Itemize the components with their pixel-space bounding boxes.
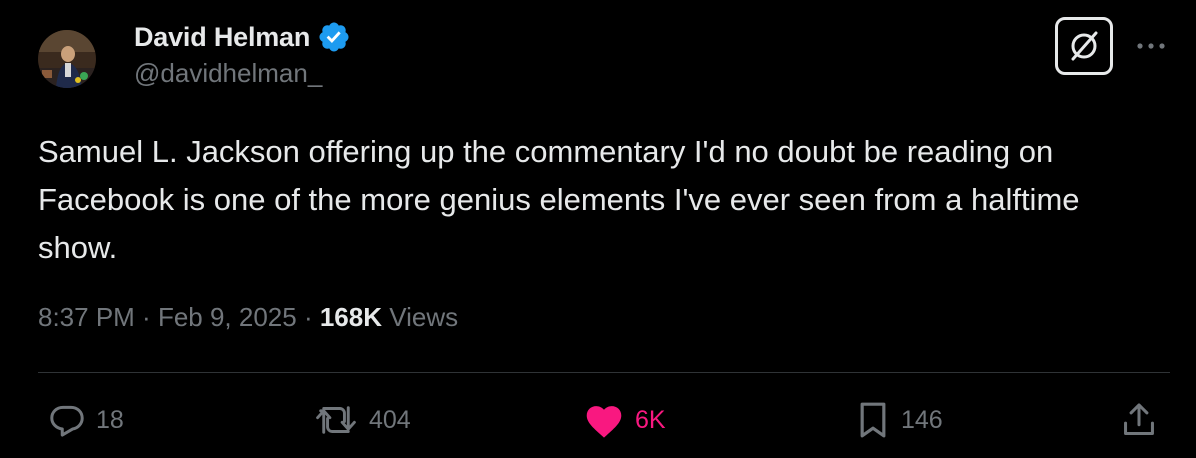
reply-count: 18 bbox=[96, 405, 124, 434]
reply-button[interactable]: 18 bbox=[48, 400, 124, 440]
author-display-name[interactable]: David Helman bbox=[134, 22, 310, 53]
share-icon bbox=[1124, 403, 1154, 435]
tweet-meta: 8:37 PM · Feb 9, 2025 · 168K Views bbox=[38, 302, 458, 333]
more-icon bbox=[1137, 43, 1165, 49]
more-options-button[interactable] bbox=[1133, 32, 1169, 60]
tweet-time[interactable]: 8:37 PM bbox=[38, 302, 135, 333]
author-name-row[interactable]: David Helman bbox=[134, 19, 351, 55]
tweet-date[interactable]: Feb 9, 2025 bbox=[158, 302, 297, 333]
share-button[interactable] bbox=[1120, 400, 1158, 440]
bookmark-icon bbox=[860, 402, 886, 438]
heart-icon bbox=[586, 406, 622, 438]
bookmark-button[interactable]: 146 bbox=[855, 400, 943, 440]
grok-button[interactable] bbox=[1055, 17, 1113, 75]
repost-icon bbox=[316, 406, 356, 434]
meta-separator: · bbox=[296, 302, 320, 332]
grok-icon bbox=[1071, 31, 1098, 61]
views-count[interactable]: 168K bbox=[320, 302, 382, 333]
reply-icon bbox=[50, 405, 84, 437]
bookmark-count: 146 bbox=[901, 405, 943, 434]
avatar[interactable] bbox=[38, 30, 96, 88]
verified-badge-icon[interactable] bbox=[317, 20, 351, 54]
repost-button[interactable]: 404 bbox=[313, 400, 411, 440]
like-count: 6K bbox=[635, 405, 666, 434]
author-handle[interactable]: @davidhelman_ bbox=[134, 58, 322, 89]
like-button[interactable]: 6K bbox=[583, 400, 666, 440]
avatar-image bbox=[38, 30, 96, 88]
tweet-text: Samuel L. Jackson offering up the commen… bbox=[38, 134, 1080, 265]
views-label[interactable]: Views bbox=[382, 302, 458, 333]
divider bbox=[38, 372, 1170, 373]
meta-separator: · bbox=[134, 302, 158, 332]
repost-count: 404 bbox=[369, 405, 411, 434]
